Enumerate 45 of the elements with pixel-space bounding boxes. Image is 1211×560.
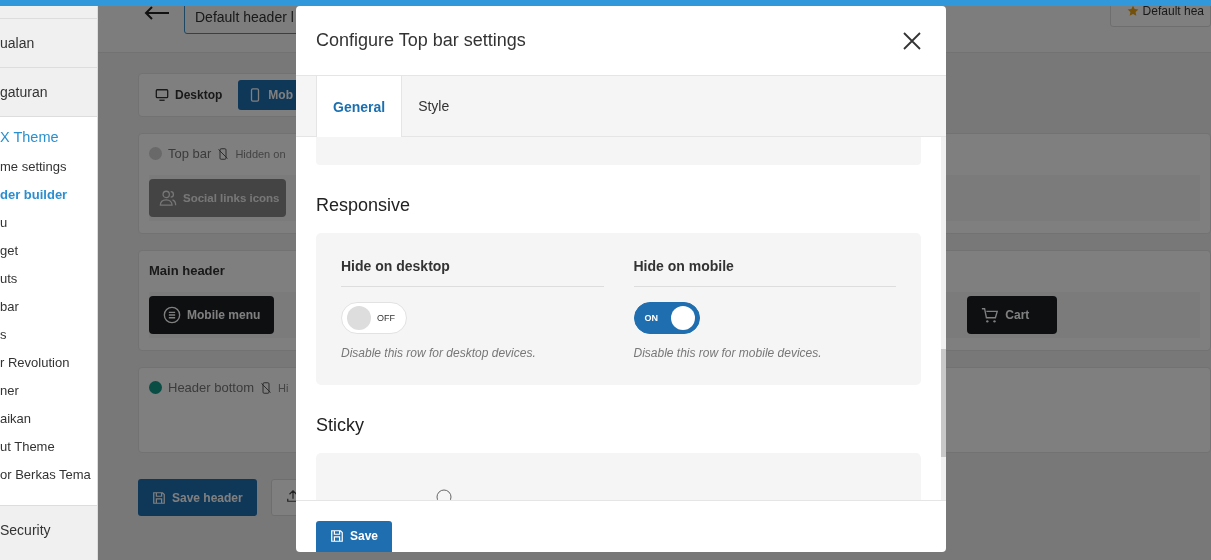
monitor-icon — [155, 88, 169, 102]
option-description: Disable this row for mobile devices. — [633, 346, 823, 360]
option-description: Disable this row for desktop devices. — [341, 346, 537, 360]
phone-off-icon — [260, 381, 272, 394]
star-icon — [1126, 6, 1139, 17]
section-heading: Sticky — [316, 415, 365, 436]
submenu-item[interactable]: ner — [0, 383, 97, 411]
submenu-item[interactable]: der builder — [0, 187, 97, 215]
header-element[interactable]: Mobile menu — [149, 296, 275, 334]
sidebar-item[interactable]: Security — [0, 505, 97, 554]
section-heading: Responsive — [316, 195, 412, 216]
header-element[interactable]: Cart — [967, 296, 1058, 334]
submenu-item[interactable]: me settings — [0, 159, 97, 187]
row-title: Top bar — [168, 146, 212, 161]
badge-label: Default hea — [1142, 6, 1204, 18]
submenu-item[interactable]: uts — [0, 271, 97, 299]
option-label: Hide on mobile — [633, 258, 896, 287]
toggle-switch[interactable]: OFF — [341, 302, 407, 334]
submenu-item[interactable]: aikan — [0, 411, 97, 439]
submenu-item[interactable]: u — [0, 215, 97, 243]
row-note: Hi — [278, 381, 289, 394]
dialog-title: Configure Top bar settings — [316, 30, 526, 51]
submenu-item[interactable]: get — [0, 243, 97, 271]
dialog-tab[interactable]: General — [316, 76, 403, 137]
close-icon — [902, 30, 922, 51]
phone-off-icon — [217, 147, 230, 160]
sidebar-item[interactable]: X Theme — [0, 129, 97, 145]
users-icon — [159, 189, 177, 207]
back-arrow-icon[interactable] — [144, 6, 170, 20]
submenu-item[interactable]: bar — [0, 299, 97, 327]
toggle-switch[interactable]: ON — [633, 302, 700, 334]
submenu-item[interactable]: ut Theme — [0, 439, 97, 467]
dialog-tab[interactable]: Style — [402, 76, 466, 136]
option-label: Hide on desktop — [341, 258, 604, 287]
menu-icon — [163, 306, 181, 324]
close-button[interactable] — [902, 30, 922, 51]
row-title: Main header — [149, 263, 225, 278]
save-button[interactable]: Save — [316, 521, 393, 552]
submenu-item[interactable]: s — [0, 327, 97, 355]
device-tab[interactable]: Desktop — [145, 80, 233, 110]
cart-icon — [981, 306, 1000, 324]
submenu-item[interactable]: or Berkas Tema — [0, 467, 97, 495]
submenu-item[interactable]: r Revolution — [0, 355, 97, 383]
sidebar-item[interactable]: ualan — [0, 18, 97, 67]
row-title: Header bottom — [168, 380, 254, 395]
